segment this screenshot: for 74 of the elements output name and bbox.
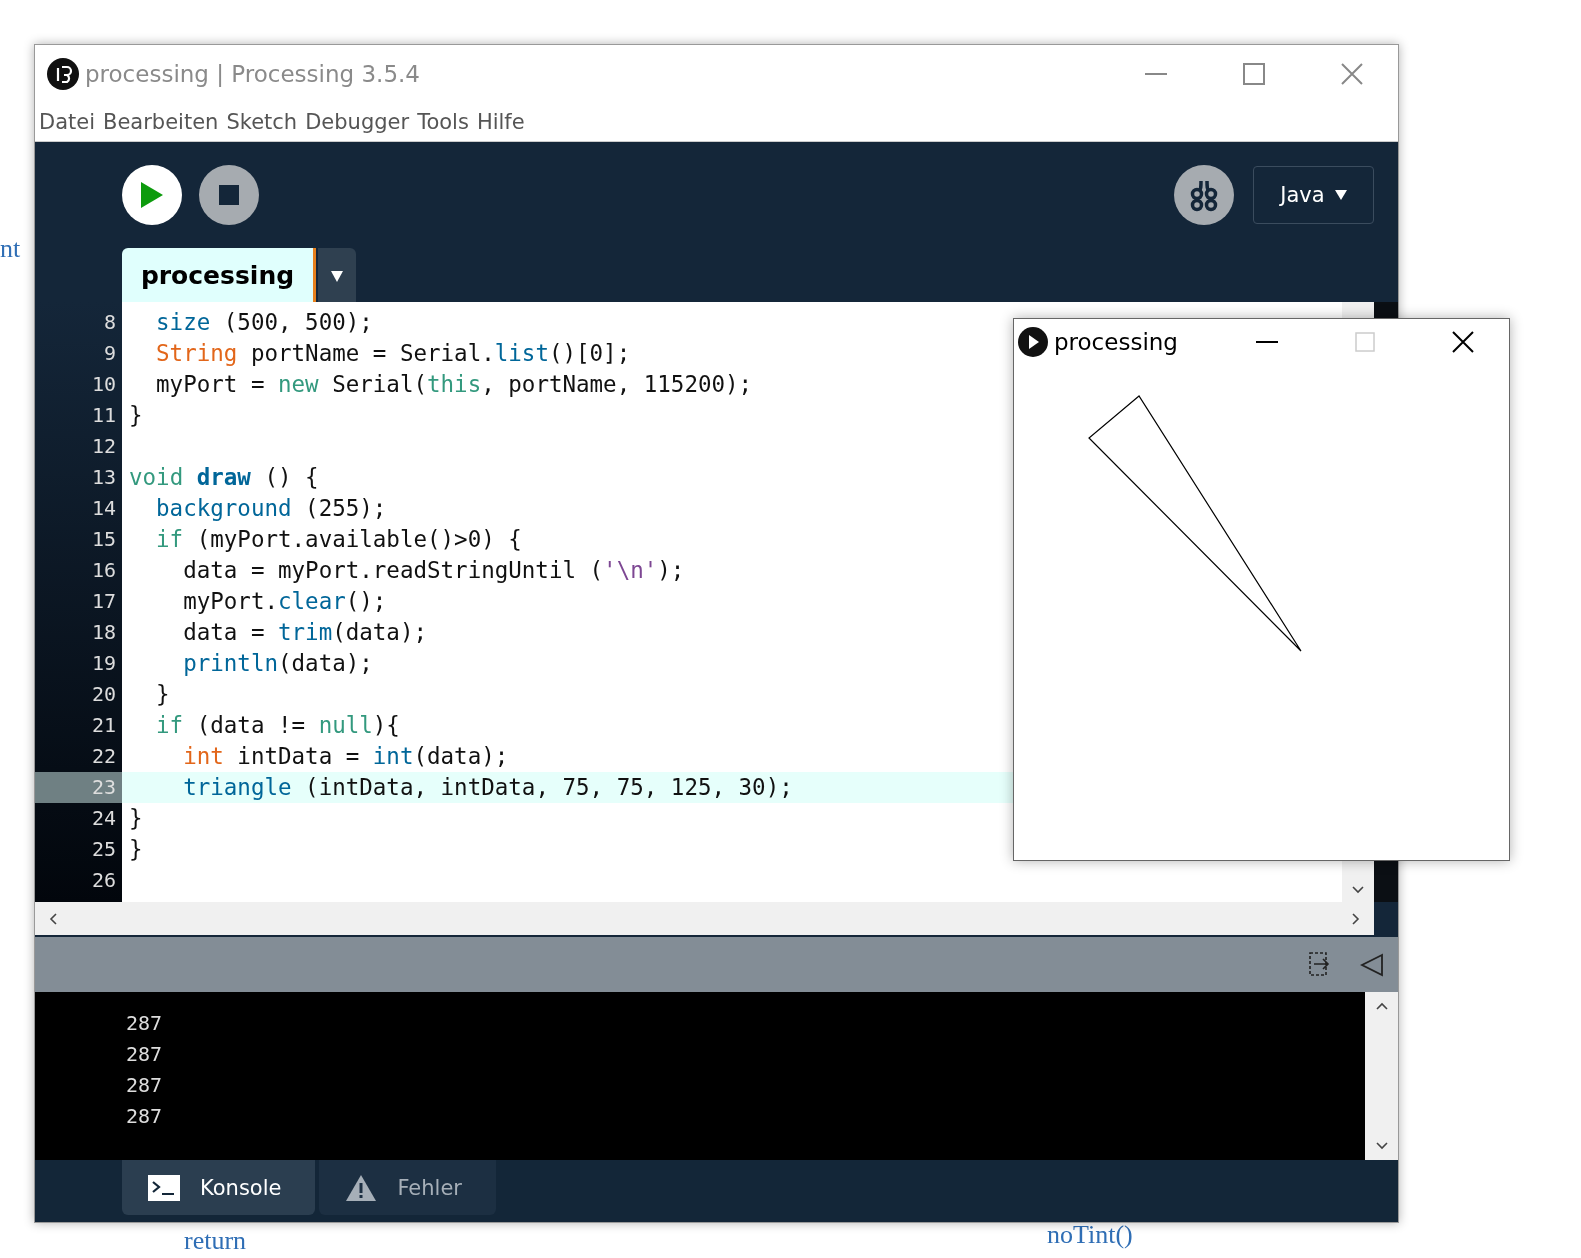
console-line: 287: [126, 1010, 164, 1037]
line-number: 23: [35, 772, 122, 803]
code-line: }: [129, 402, 143, 428]
line-number: 10: [90, 371, 117, 398]
play-icon: [141, 181, 163, 208]
menu-item[interactable]: Datei: [39, 110, 96, 134]
minimize-icon: [1145, 73, 1167, 75]
horizontal-scrollbar[interactable]: [35, 902, 1374, 935]
line-number: 20: [90, 681, 117, 708]
line-number: 26: [90, 867, 117, 894]
code-line: size (500, 500);: [155, 309, 373, 335]
close-icon: [1341, 63, 1363, 85]
collapse-button[interactable]: [1360, 952, 1384, 977]
tab-menu-button[interactable]: [318, 248, 356, 302]
menu-item[interactable]: Hilfe: [476, 110, 525, 134]
line-number: 9: [102, 340, 117, 367]
link[interactable]: return: [184, 1226, 247, 1256]
code-line: myPort = new Serial(this, portName, 115200);: [155, 371, 753, 397]
console-line: 287: [126, 1072, 164, 1099]
line-number: 8: [102, 309, 117, 336]
link[interactable]: nt: [0, 234, 21, 264]
code-line: triangle (intData, intData, 75, 75, 125, 30);: [182, 774, 793, 800]
line-number: 11: [90, 402, 117, 429]
minimize-icon: [1256, 341, 1278, 343]
code-line: if (data != null){: [155, 712, 400, 738]
mode-dropdown[interactable]: Java: [1253, 165, 1374, 224]
menu-item[interactable]: Tools: [417, 110, 469, 134]
close-icon: [1452, 331, 1474, 353]
code-line: }: [155, 681, 170, 707]
triangle-left-icon: [1360, 952, 1384, 977]
line-number: 16: [90, 557, 117, 584]
line-number: 19: [90, 650, 117, 677]
console-line: 287: [126, 1103, 164, 1130]
menu-item[interactable]: Debugger: [305, 110, 410, 134]
warning-icon: [345, 1173, 378, 1202]
line-number: 12: [90, 433, 117, 460]
maximize-icon: [1243, 63, 1265, 85]
code-line: println(data);: [182, 650, 373, 676]
code-line: data = trim(data);: [182, 619, 427, 645]
console-tab[interactable]: Konsole: [122, 1160, 316, 1215]
editor-tab[interactable]: processing: [122, 248, 316, 302]
console-scrollbar[interactable]: [1365, 992, 1398, 1160]
menu-item[interactable]: Bearbeiten: [103, 110, 219, 134]
code-line: }: [129, 836, 143, 862]
app-logo-icon: [47, 58, 79, 90]
maximize-icon: [1355, 332, 1375, 352]
line-number: 18: [90, 619, 117, 646]
code-line: if (myPort.available()>0) {: [155, 526, 522, 552]
code-line: background (255);: [155, 495, 387, 521]
code-line: data = myPort.readStringUntil ('\n');: [182, 557, 685, 583]
code-line: int intData = int(data);: [182, 743, 509, 769]
play-logo-icon: [1018, 327, 1048, 357]
console-line: 287: [126, 1041, 164, 1068]
link[interactable]: noTint(): [1047, 1220, 1133, 1250]
line-number: 24: [90, 805, 117, 832]
code-line: String portName = Serial.list()[0];: [155, 340, 631, 366]
console-tab[interactable]: Fehler: [319, 1160, 496, 1215]
line-number: 13: [90, 464, 117, 491]
line-number: 17: [90, 588, 117, 615]
line-number: 14: [90, 495, 117, 522]
caret-icon: [1334, 189, 1347, 200]
menu-item[interactable]: Sketch: [226, 110, 298, 134]
terminal-icon: [148, 1174, 180, 1201]
line-number: 25: [90, 836, 117, 863]
code-line: void draw () {: [129, 464, 319, 490]
line-number: 15: [90, 526, 117, 553]
window-title: processing | Processing 3.5.4: [85, 61, 421, 87]
code-line: }: [129, 805, 143, 831]
caret-icon: [331, 269, 343, 282]
line-number: 21: [90, 712, 117, 739]
window-title: processing: [1054, 329, 1179, 355]
stop-icon: [219, 184, 239, 205]
code-line: myPort.clear();: [182, 588, 387, 614]
line-number: 22: [90, 743, 117, 770]
